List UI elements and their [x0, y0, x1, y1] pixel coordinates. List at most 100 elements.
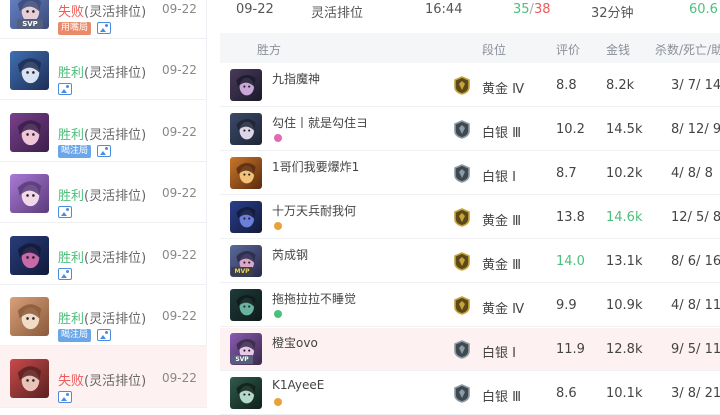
mvp-badge: MVP — [231, 267, 253, 276]
image-icon[interactable] — [58, 83, 72, 95]
champion-portrait-icon — [230, 113, 262, 145]
champion-portrait-icon — [230, 69, 262, 101]
player-row[interactable]: 九指魔神 黄金 Ⅳ 8.8 8.2k 3/ 7/ 14 — [220, 64, 720, 107]
result-label: 失败 — [58, 5, 85, 20]
player-avatar[interactable]: MVP — [230, 245, 262, 277]
rating-value: 13.8 — [556, 210, 585, 225]
player-row[interactable]: SVP 橙宝ovo 白银 Ⅰ 11.9 12.8k 9/ 5/ 11 — [220, 328, 720, 371]
player-row[interactable]: 勾住丨就是勾住ヨ 白银 Ⅲ 10.2 14.5k 8/ 12/ 9 — [220, 108, 720, 151]
result-label: 胜利 — [58, 128, 85, 143]
result-label: 胜利 — [58, 251, 85, 266]
tier-label: 黄金 Ⅲ — [482, 214, 522, 229]
rating-value: 11.9 — [556, 342, 585, 357]
match-history-item[interactable]: 胜利(灵活排位) 09-22 — [0, 161, 207, 223]
rating-value: 8.6 — [556, 386, 577, 401]
match-tags — [58, 389, 72, 405]
gold-tier-icon — [454, 296, 470, 315]
image-icon[interactable] — [97, 22, 112, 34]
team-kills: 35/38 — [513, 2, 551, 17]
player-avatar[interactable] — [230, 157, 262, 189]
tier-label: 白银 Ⅲ — [482, 126, 522, 141]
mode-label: (灵活排位) — [84, 251, 147, 266]
player-avatar[interactable] — [230, 113, 262, 145]
player-row[interactable]: K1AyeeE 白银 Ⅲ 8.6 10.1k 3/ 8/ 21 — [220, 372, 720, 415]
champion-portrait-icon — [10, 51, 49, 90]
match-history-item[interactable]: SVP 失败(灵活排位) 09-22 用嘴局 — [0, 0, 207, 39]
match-history-item[interactable]: 失败(灵活排位) 09-22 — [0, 346, 207, 408]
match-date: 09-22 — [162, 248, 197, 262]
orange-status-icon — [274, 398, 282, 406]
champion-avatar — [10, 297, 49, 336]
player-row[interactable]: 十万天兵耐我何 黄金 Ⅲ 13.8 14.6k 12/ 5/ 8 — [220, 196, 720, 239]
image-icon[interactable] — [58, 391, 72, 403]
player-row[interactable]: MVP 芮成钢 黄金 Ⅲ 14.0 13.1k 8/ 6/ 16 — [220, 240, 720, 283]
match-tag: 喝注局 — [58, 328, 92, 342]
match-tags: 喝注局 — [58, 143, 112, 159]
player-name[interactable]: 1哥们我要爆炸1 — [272, 158, 359, 175]
player-name[interactable]: 拖拖拉拉不睡觉 — [272, 290, 356, 307]
player-name[interactable]: 勾住丨就是勾住ヨ — [272, 114, 368, 131]
kda-value: 4/ 8/ 11 — [671, 298, 720, 313]
match-result: 胜利(灵活排位) — [58, 308, 146, 327]
match-tags: 用嘴局 — [58, 20, 112, 36]
mode-label: (灵活排位) — [84, 312, 147, 327]
player-name[interactable]: 橙宝ovo — [272, 334, 318, 351]
player-name[interactable]: 九指魔神 — [272, 70, 320, 87]
header-rating: 评价 — [556, 43, 581, 57]
result-label: 胜利 — [58, 189, 85, 204]
green-status-icon — [274, 310, 282, 318]
tier-label: 黄金 Ⅲ — [482, 258, 522, 273]
player-avatar[interactable] — [230, 69, 262, 101]
gold-value: 10.9k — [606, 298, 643, 313]
match-result: 胜利(灵活排位) — [58, 124, 146, 143]
match-history-item[interactable]: 胜利(灵活排位) 09-22 — [0, 223, 207, 285]
champion-portrait-icon — [10, 297, 49, 336]
player-row[interactable]: 拖拖拉拉不睡觉 黄金 Ⅳ 9.9 10.9k 4/ 8/ 11 — [220, 284, 720, 327]
match-result: 胜利(灵活排位) — [58, 247, 146, 266]
match-history-item[interactable]: 胜利(灵活排位) 09-22 — [0, 38, 207, 100]
player-avatar[interactable]: SVP — [230, 333, 262, 365]
champion-avatar — [10, 236, 49, 275]
match-history-item[interactable]: 胜利(灵活排位) 09-22 喝注局 — [0, 284, 207, 346]
tier-label: 黄金 Ⅳ — [482, 82, 525, 97]
champion-portrait-icon — [10, 174, 49, 213]
kda-value: 12/ 5/ 8 — [671, 210, 720, 225]
tier-label: 白银 Ⅰ — [482, 346, 516, 361]
champion-avatar: SVP — [10, 0, 49, 29]
champion-portrait-icon — [230, 157, 262, 189]
player-name[interactable]: 芮成钢 — [272, 246, 308, 263]
image-icon[interactable] — [58, 268, 72, 280]
player-name[interactable]: K1AyeeE — [272, 378, 324, 392]
match-date: 09-22 — [162, 2, 197, 16]
champion-portrait-icon — [230, 377, 262, 409]
result-label: 失败 — [58, 374, 85, 389]
match-history-item[interactable]: 胜利(灵活排位) 09-22 喝注局 — [0, 100, 207, 162]
image-icon[interactable] — [97, 329, 112, 341]
kda-value: 3/ 7/ 14 — [671, 78, 720, 93]
player-table: 胜方 段位 评价 金钱 杀数/死亡/助 九指魔神 黄金 Ⅳ 8.8 8.2k 3/ 7… — [220, 33, 720, 415]
match-date: 09-22 — [162, 309, 197, 323]
silver-tier-icon — [454, 384, 470, 403]
player-avatar[interactable] — [230, 289, 262, 321]
rating-value: 14.0 — [556, 254, 585, 269]
gold-tier-icon — [454, 76, 470, 95]
kda-value: 8/ 12/ 9 — [671, 122, 720, 137]
gold-value: 14.5k — [606, 122, 643, 137]
match-date: 09-22 — [236, 2, 274, 17]
player-avatar[interactable] — [230, 377, 262, 409]
champion-portrait-icon — [10, 113, 49, 152]
gold-value: 12.8k — [606, 342, 643, 357]
rating-value: 8.8 — [556, 78, 577, 93]
header-side: 胜方 — [257, 43, 282, 57]
mode-label: (灵活排位) — [84, 5, 147, 20]
image-icon[interactable] — [58, 206, 72, 218]
match-tag: 喝注局 — [58, 144, 92, 158]
player-name[interactable]: 十万天兵耐我何 — [272, 202, 356, 219]
champion-avatar — [10, 113, 49, 152]
player-avatar[interactable] — [230, 201, 262, 233]
match-summary-bar: 09-22 灵活排位 16:44 35/38 32分钟 60.6 — [207, 0, 720, 24]
player-row[interactable]: 1哥们我要爆炸1 白银 Ⅰ 8.7 10.2k 4/ 8/ 8 — [220, 152, 720, 195]
tier-label: 黄金 Ⅳ — [482, 302, 525, 317]
image-icon[interactable] — [97, 145, 112, 157]
champion-avatar — [10, 51, 49, 90]
